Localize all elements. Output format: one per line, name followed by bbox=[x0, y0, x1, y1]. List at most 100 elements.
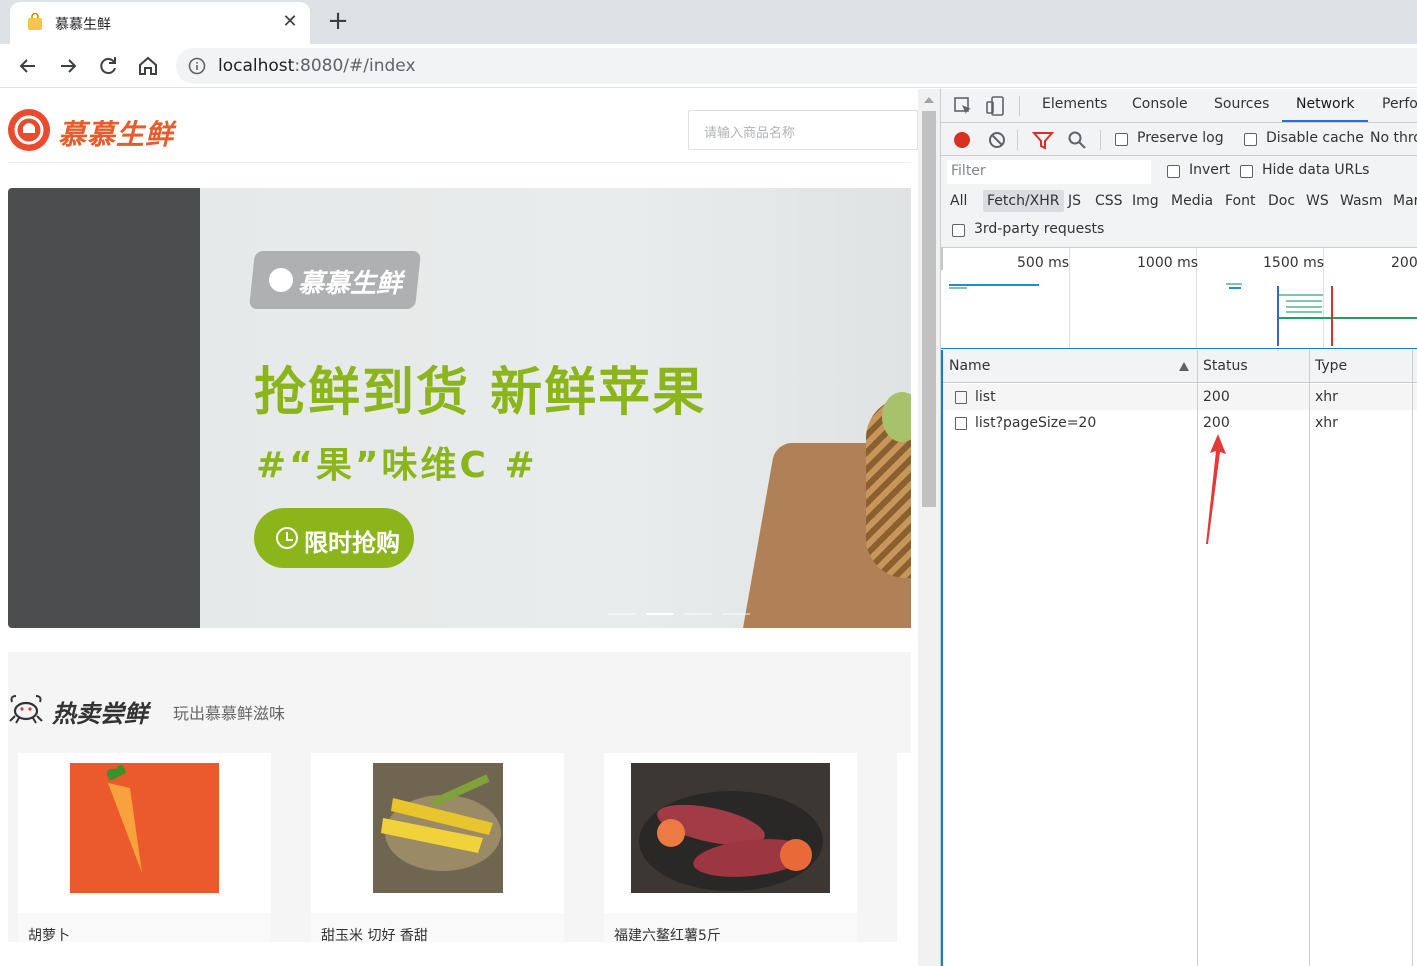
banner-headline: 抢鲜到货 新鲜苹果 bbox=[254, 363, 707, 423]
product-name: 福建六鳌红薯5斤 bbox=[614, 928, 721, 942]
devtools-panel: Elements Console Sources Network Perfo P… bbox=[940, 89, 1417, 966]
brand-badge-icon bbox=[269, 268, 293, 292]
product-card[interactable]: 福建六鳌红薯5斤 bbox=[604, 753, 857, 942]
page-bottom-edge bbox=[0, 942, 940, 966]
network-overview-timeline[interactable]: 500 ms 1000 ms 1500 ms 2000 bbox=[941, 248, 1417, 349]
browser-toolbar: localhost:8080/#/index bbox=[0, 44, 1417, 88]
request-status: 200 bbox=[1203, 415, 1230, 431]
filter-type-media[interactable]: Media bbox=[1171, 193, 1213, 209]
active-tab-indicator bbox=[1282, 120, 1368, 122]
disable-cache-label: Disable cache bbox=[1266, 130, 1364, 146]
search-icon[interactable] bbox=[1067, 130, 1087, 150]
filter-type-js[interactable]: JS bbox=[1068, 193, 1081, 209]
hide-data-urls-checkbox[interactable] bbox=[1240, 165, 1253, 178]
request-row[interactable]: list?pageSize=20 200 xhr bbox=[943, 410, 1417, 436]
request-type: xhr bbox=[1315, 389, 1338, 405]
request-row[interactable]: list 200 xhr bbox=[943, 384, 1417, 410]
disable-cache-checkbox[interactable] bbox=[1244, 133, 1257, 146]
logo-emblem-icon bbox=[8, 109, 50, 151]
flash-sale-button[interactable]: 限时抢购 bbox=[254, 508, 414, 568]
filter-type-fetch-xhr[interactable]: Fetch/XHR bbox=[983, 190, 1064, 212]
page-scrollbar[interactable] bbox=[918, 89, 940, 966]
product-card-partial[interactable] bbox=[897, 753, 917, 942]
forward-button[interactable] bbox=[54, 52, 82, 80]
tab-performance[interactable]: Perfo bbox=[1382, 96, 1417, 112]
preserve-log-checkbox[interactable] bbox=[1115, 133, 1128, 146]
close-tab-icon[interactable]: ✕ bbox=[278, 10, 302, 34]
preserve-log-label: Preserve log bbox=[1137, 130, 1224, 146]
reload-icon bbox=[100, 57, 116, 75]
arrow-right-icon bbox=[61, 59, 77, 73]
invert-label: Invert bbox=[1189, 162, 1231, 178]
scrollbar-thumb[interactable] bbox=[922, 111, 936, 507]
tab-strip: 慕慕生鲜 ✕ + bbox=[0, 0, 1417, 44]
home-button[interactable] bbox=[134, 52, 162, 80]
column-type[interactable]: Type bbox=[1315, 358, 1347, 374]
column-name[interactable]: Name bbox=[949, 358, 990, 374]
tab-network[interactable]: Network bbox=[1296, 96, 1354, 112]
tab-console[interactable]: Console bbox=[1132, 96, 1188, 112]
section-subtitle: 玩出慕慕鲜滋味 bbox=[173, 704, 286, 723]
back-button[interactable] bbox=[14, 52, 42, 80]
filter-type-wasm[interactable]: Wasm bbox=[1340, 193, 1382, 209]
devtools-tabbar: Elements Console Sources Network Perfo bbox=[941, 89, 1417, 123]
browser-tab[interactable]: 慕慕生鲜 ✕ bbox=[10, 2, 310, 44]
filter-type-font[interactable]: Font bbox=[1225, 193, 1255, 209]
filter-type-css[interactable]: CSS bbox=[1095, 193, 1123, 209]
filter-type-img[interactable]: Img bbox=[1132, 193, 1159, 209]
reload-button[interactable] bbox=[94, 52, 122, 80]
column-resizer[interactable] bbox=[1412, 350, 1413, 966]
carousel-dot[interactable] bbox=[722, 613, 750, 615]
product-card[interactable]: 甜玉米 切好 香甜 bbox=[311, 753, 564, 942]
third-party-label: 3rd-party requests bbox=[974, 221, 1105, 237]
throttling-select[interactable]: No thro bbox=[1370, 130, 1417, 146]
scroll-up-arrow-icon[interactable] bbox=[924, 97, 934, 103]
carousel-dot[interactable] bbox=[608, 613, 636, 615]
new-tab-button[interactable]: + bbox=[324, 8, 352, 36]
device-toolbar-icon[interactable] bbox=[984, 95, 1006, 117]
sweet-potato-image bbox=[631, 763, 830, 893]
sort-ascending-icon[interactable] bbox=[1179, 362, 1189, 371]
flash-sale-label: 限时抢购 bbox=[304, 529, 400, 557]
promo-carousel[interactable]: 慕慕生鲜 抢鲜到货 新鲜苹果 #“果”味维C # 限时抢购 bbox=[8, 188, 911, 628]
tab-title: 慕慕生鲜 bbox=[55, 17, 111, 33]
product-search-input[interactable]: 请输入商品名称 bbox=[688, 110, 918, 150]
product-name: 甜玉米 切好 香甜 bbox=[321, 928, 428, 942]
tab-elements[interactable]: Elements bbox=[1042, 96, 1107, 112]
toolbar-separator bbox=[1017, 130, 1018, 150]
requests-table: Name Status Type list 200 xhr list?pageS… bbox=[941, 350, 1417, 966]
carousel-dot-active[interactable] bbox=[646, 613, 674, 615]
filter-icon[interactable] bbox=[1032, 130, 1054, 150]
section-title: 热卖尝鲜 bbox=[52, 700, 148, 728]
filter-type-manifest[interactable]: Mar bbox=[1393, 193, 1417, 209]
product-card[interactable]: 胡萝卜 bbox=[18, 753, 271, 942]
filter-type-ws[interactable]: WS bbox=[1306, 193, 1329, 209]
toolbar-separator bbox=[1019, 96, 1020, 116]
record-icon[interactable] bbox=[952, 130, 972, 150]
request-file-icon bbox=[955, 391, 967, 404]
tab-sources[interactable]: Sources bbox=[1214, 96, 1269, 112]
filter-input[interactable]: Filter bbox=[947, 160, 1151, 184]
filter-type-doc[interactable]: Doc bbox=[1268, 193, 1295, 209]
clear-icon[interactable] bbox=[987, 130, 1007, 150]
arrow-left-icon bbox=[19, 59, 35, 73]
column-resizer[interactable] bbox=[1309, 350, 1310, 966]
carrot-image bbox=[70, 763, 219, 893]
hide-data-urls-label: Hide data URLs bbox=[1262, 162, 1370, 178]
banner-badge-text: 慕慕生鲜 bbox=[298, 269, 403, 299]
clock-icon bbox=[276, 527, 298, 549]
banner-subline: #“果”味维C # bbox=[256, 445, 538, 486]
home-icon bbox=[139, 56, 157, 75]
request-name: list?pageSize=20 bbox=[975, 415, 1097, 431]
info-icon[interactable] bbox=[188, 57, 206, 75]
address-bar[interactable]: localhost:8080/#/index bbox=[176, 48, 1417, 84]
network-toolbar: Preserve log Disable cache No thro bbox=[941, 123, 1417, 156]
filter-type-all[interactable]: All bbox=[950, 193, 967, 209]
carousel-dot[interactable] bbox=[684, 613, 712, 615]
request-file-icon bbox=[955, 417, 967, 430]
third-party-checkbox[interactable] bbox=[952, 224, 965, 237]
inspect-element-icon[interactable] bbox=[952, 95, 974, 117]
invert-checkbox[interactable] bbox=[1167, 165, 1180, 178]
shopping-bag-icon bbox=[28, 13, 42, 30]
column-status[interactable]: Status bbox=[1203, 358, 1248, 374]
